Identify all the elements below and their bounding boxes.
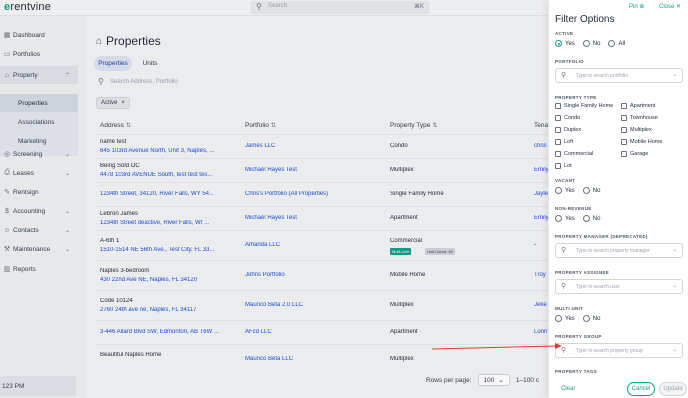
annotation-arrow-icon: [431, 343, 562, 350]
